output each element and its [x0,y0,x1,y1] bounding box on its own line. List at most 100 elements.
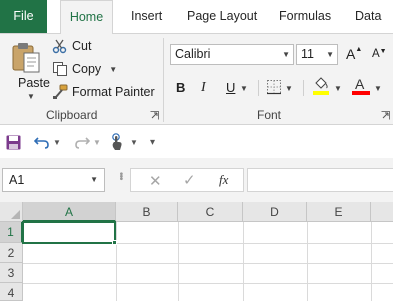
redo-button[interactable] [74,132,90,152]
ribbon-home: Paste ▼ Cut Copy ▼ Format Painter Clipbo… [0,33,393,125]
ribbon-tab-bar: File Home Insert Page Layout Formulas Da… [0,0,393,34]
select-all-button[interactable] [0,202,23,222]
font-group-label: Font [257,108,282,122]
divider [258,80,259,96]
group-divider [163,38,164,122]
chevron-down-icon[interactable]: ▼ [93,132,101,152]
gridline [371,222,372,301]
increase-font-size-button[interactable]: A▲ [346,46,362,62]
name-box-value: A1 [9,173,25,187]
cancel-icon[interactable]: ✕ [149,172,162,190]
column-header-e[interactable]: E [307,202,371,222]
format-painter-button[interactable]: Format Painter [52,82,155,102]
tab-page-layout[interactable]: Page Layout [187,0,257,33]
borders-button[interactable] [266,79,282,98]
select-all-triangle-icon [11,210,20,219]
active-cell-a1[interactable] [22,221,116,244]
cut-button[interactable]: Cut [52,36,91,56]
divider [303,80,304,96]
copy-button[interactable]: Copy ▼ [52,59,117,79]
undo-button[interactable] [34,132,50,152]
paste-label: Paste [18,76,50,90]
underline-button[interactable]: U [226,78,235,98]
column-header-b[interactable]: B [116,202,178,222]
clipboard-icon [12,43,40,73]
decrease-font-size-button[interactable]: A▼ [372,48,387,60]
redo-icon [75,137,90,149]
format-painter-label: Format Painter [72,85,155,99]
save-icon [6,135,21,149]
scissors-icon [52,38,68,54]
quick-access-toolbar: ▼ ▼ ▼ ▾ [0,126,393,158]
chevron-down-icon: ▼ [326,50,334,59]
paste-button[interactable]: Paste ▼ [6,38,50,102]
drag-handle-icon[interactable]: ••• [115,172,126,180]
gridline [23,283,393,284]
tab-home[interactable]: Home [60,0,113,34]
fill-color-swatch [313,91,329,95]
font-name-value: Calibri [175,47,211,61]
tab-insert[interactable]: Insert [131,0,162,33]
worksheet-grid[interactable]: A B C D E 1 2 3 4 [0,202,393,301]
row-header-2[interactable]: 2 [0,243,23,263]
formula-bar: A1 ▼ ••• ✕ ✓ fx [0,158,393,202]
gridline [243,222,244,301]
font-size-select[interactable]: 11 ▼ [296,44,338,65]
tab-file[interactable]: File [0,0,47,33]
chevron-down-icon[interactable]: ▼ [109,65,117,74]
shrink-font-glyph: A [372,48,380,60]
font-name-select[interactable]: Calibri ▼ [170,44,294,65]
borders-icon [267,80,281,95]
dialog-launcher-icon[interactable] [381,111,390,120]
font-color-button[interactable]: A [352,76,370,96]
row-header-1[interactable]: 1 [0,222,23,243]
italic-button[interactable]: I [201,78,206,98]
grow-font-glyph: A [346,46,356,62]
chevron-down-icon[interactable]: ▼ [130,132,138,152]
gridline [307,222,308,301]
font-color-swatch [352,91,370,95]
column-header-c[interactable]: C [178,202,243,222]
fill-handle[interactable] [112,240,117,245]
chevron-down-icon[interactable]: ▼ [240,84,248,93]
copy-icon [52,61,68,77]
cut-label: Cut [72,39,92,53]
column-header-f[interactable] [371,202,393,222]
formula-controls: ✕ ✓ fx [130,168,244,192]
dialog-launcher-icon[interactable] [150,111,159,120]
fill-color-button[interactable] [312,76,330,99]
caret-down-icon: ▼ [379,48,387,55]
gridline [116,222,117,301]
name-box[interactable]: A1 ▼ [2,168,105,192]
chevron-down-icon[interactable]: ▼ [334,84,342,93]
caret-up-icon: ▲ [355,46,363,53]
chevron-down-icon[interactable]: ▼ [53,132,61,152]
column-header-a[interactable]: A [23,202,116,222]
row-header-4[interactable]: 4 [0,283,23,301]
chevron-down-icon[interactable]: ▼ [27,92,35,101]
font-color-glyph: A [355,76,365,92]
insert-function-button[interactable]: fx [219,172,228,188]
enter-check-icon[interactable]: ✓ [183,171,196,189]
undo-icon [34,137,49,149]
bold-button[interactable]: B [176,78,185,98]
clipboard-group-label: Clipboard [46,108,98,122]
customize-toolbar-icon[interactable]: ▾ [150,132,155,152]
font-size-value: 11 [301,47,314,61]
paintbrush-icon [52,84,68,100]
touch-mode-button[interactable] [110,132,124,152]
gridline [178,222,179,301]
formula-input[interactable] [247,168,393,192]
gridline [23,263,393,264]
copy-label: Copy [72,62,102,76]
column-header-d[interactable]: D [243,202,307,222]
tab-formulas[interactable]: Formulas [279,0,331,33]
tab-data[interactable]: Data [355,0,381,33]
row-header-3[interactable]: 3 [0,263,23,283]
hand-touch-icon [112,133,122,150]
chevron-down-icon[interactable]: ▼ [374,84,382,93]
chevron-down-icon: ▼ [282,50,290,59]
save-button[interactable] [6,132,21,152]
chevron-down-icon[interactable]: ▼ [285,84,293,93]
paint-bucket-icon [313,77,329,95]
